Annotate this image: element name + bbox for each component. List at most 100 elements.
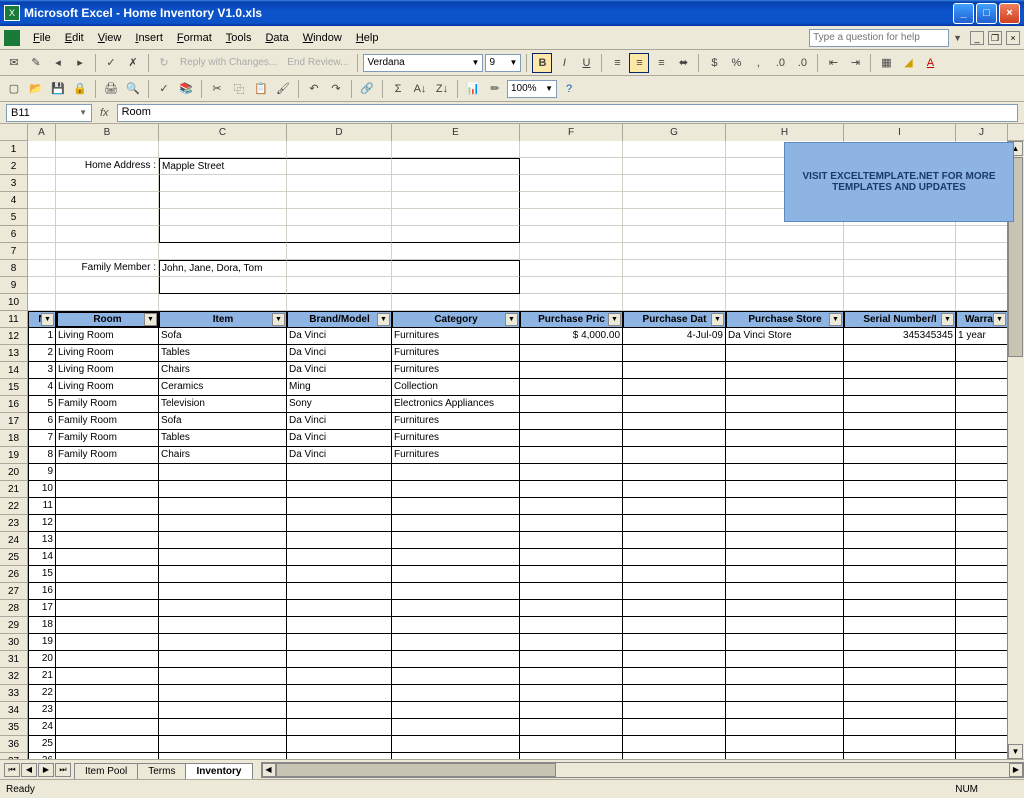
- cell[interactable]: [56, 702, 159, 719]
- cell[interactable]: [159, 600, 287, 617]
- cell[interactable]: [392, 634, 520, 651]
- cell[interactable]: [520, 685, 623, 702]
- row-header-28[interactable]: 28: [0, 600, 28, 617]
- cell[interactable]: [520, 702, 623, 719]
- table-row[interactable]: [956, 447, 1008, 464]
- cell[interactable]: 25: [28, 736, 56, 753]
- cell[interactable]: [56, 464, 159, 481]
- cell[interactable]: [844, 515, 956, 532]
- col-header-E[interactable]: E: [392, 124, 520, 141]
- cell[interactable]: [956, 702, 1008, 719]
- row-header-23[interactable]: 23: [0, 515, 28, 532]
- table-row[interactable]: 2: [28, 345, 56, 362]
- cell[interactable]: [159, 719, 287, 736]
- cell[interactable]: [56, 583, 159, 600]
- table-row[interactable]: [623, 430, 726, 447]
- cell[interactable]: [287, 753, 392, 759]
- cell[interactable]: [392, 600, 520, 617]
- cell[interactable]: [623, 294, 726, 311]
- table-row[interactable]: [956, 430, 1008, 447]
- cell[interactable]: [844, 583, 956, 600]
- row-header-13[interactable]: 13: [0, 345, 28, 362]
- cell[interactable]: 22: [28, 685, 56, 702]
- cell[interactable]: [956, 719, 1008, 736]
- cell[interactable]: [392, 566, 520, 583]
- table-row[interactable]: Living Room: [56, 379, 159, 396]
- preview-button[interactable]: 🔍: [123, 79, 143, 99]
- permission-button[interactable]: 🔒: [70, 79, 90, 99]
- row-header-3[interactable]: 3: [0, 175, 28, 192]
- table-row[interactable]: [726, 430, 844, 447]
- cell[interactable]: 9: [28, 464, 56, 481]
- cell[interactable]: [726, 753, 844, 759]
- fx-label[interactable]: fx: [92, 107, 117, 119]
- cell[interactable]: [56, 141, 159, 158]
- table-row[interactable]: 8: [28, 447, 56, 464]
- comma-button[interactable]: ,: [748, 53, 768, 73]
- cell[interactable]: [726, 243, 844, 260]
- row-header-22[interactable]: 22: [0, 498, 28, 515]
- filter-dropdown-icon[interactable]: ▼: [505, 313, 518, 326]
- menu-help[interactable]: Help: [349, 30, 386, 46]
- cell[interactable]: [159, 141, 287, 158]
- col-header-F[interactable]: F: [520, 124, 623, 141]
- cell[interactable]: [726, 549, 844, 566]
- cell[interactable]: [726, 294, 844, 311]
- cell[interactable]: [520, 617, 623, 634]
- menu-dropdown-icon[interactable]: ▼: [949, 33, 966, 43]
- table-row[interactable]: $ 4,000.00: [520, 328, 623, 345]
- cell[interactable]: [159, 753, 287, 759]
- col-header-D[interactable]: D: [287, 124, 392, 141]
- cell[interactable]: [56, 753, 159, 759]
- menu-edit[interactable]: Edit: [58, 30, 91, 46]
- cell[interactable]: [159, 209, 287, 226]
- home-address-value[interactable]: Mapple Street: [159, 158, 287, 175]
- cell[interactable]: [623, 464, 726, 481]
- cell[interactable]: [287, 260, 392, 277]
- cell[interactable]: [28, 294, 56, 311]
- table-row[interactable]: Sony: [287, 396, 392, 413]
- cell[interactable]: [520, 515, 623, 532]
- cell[interactable]: [520, 141, 623, 158]
- increase-decimal-button[interactable]: .0: [770, 53, 790, 73]
- col-header-A[interactable]: A: [28, 124, 56, 141]
- col-header-G[interactable]: G: [623, 124, 726, 141]
- cell[interactable]: [623, 736, 726, 753]
- cell[interactable]: [844, 702, 956, 719]
- cell[interactable]: [956, 651, 1008, 668]
- cell[interactable]: [56, 634, 159, 651]
- table-row[interactable]: Da Vinci Store: [726, 328, 844, 345]
- table-row[interactable]: Living Room: [56, 328, 159, 345]
- cell[interactable]: [844, 566, 956, 583]
- cell[interactable]: [726, 464, 844, 481]
- table-row[interactable]: Family Room: [56, 413, 159, 430]
- cell[interactable]: [56, 498, 159, 515]
- table-row[interactable]: 4: [28, 379, 56, 396]
- cell[interactable]: [159, 277, 287, 294]
- table-row[interactable]: [956, 345, 1008, 362]
- table-row[interactable]: Electronics Appliances: [392, 396, 520, 413]
- cell[interactable]: [56, 532, 159, 549]
- cell[interactable]: 17: [28, 600, 56, 617]
- show-comment-icon[interactable]: ✎: [26, 53, 46, 73]
- print-button[interactable]: 🖨: [101, 79, 121, 99]
- row-header-6[interactable]: 6: [0, 226, 28, 243]
- table-header-purchase-date[interactable]: Purchase Dat▼: [623, 311, 726, 328]
- cell[interactable]: Home Address :: [56, 158, 159, 175]
- cell[interactable]: [392, 464, 520, 481]
- table-row[interactable]: [844, 379, 956, 396]
- row-header-27[interactable]: 27: [0, 583, 28, 600]
- table-row[interactable]: [956, 362, 1008, 379]
- cell[interactable]: [28, 141, 56, 158]
- cell[interactable]: [287, 192, 392, 209]
- cell[interactable]: [287, 736, 392, 753]
- cell[interactable]: [159, 549, 287, 566]
- cell[interactable]: [844, 719, 956, 736]
- menu-insert[interactable]: Insert: [128, 30, 170, 46]
- cell[interactable]: [392, 226, 520, 243]
- row-header-19[interactable]: 19: [0, 447, 28, 464]
- cell[interactable]: [56, 481, 159, 498]
- cell[interactable]: [520, 532, 623, 549]
- cell[interactable]: [956, 515, 1008, 532]
- table-row[interactable]: Furnitures: [392, 413, 520, 430]
